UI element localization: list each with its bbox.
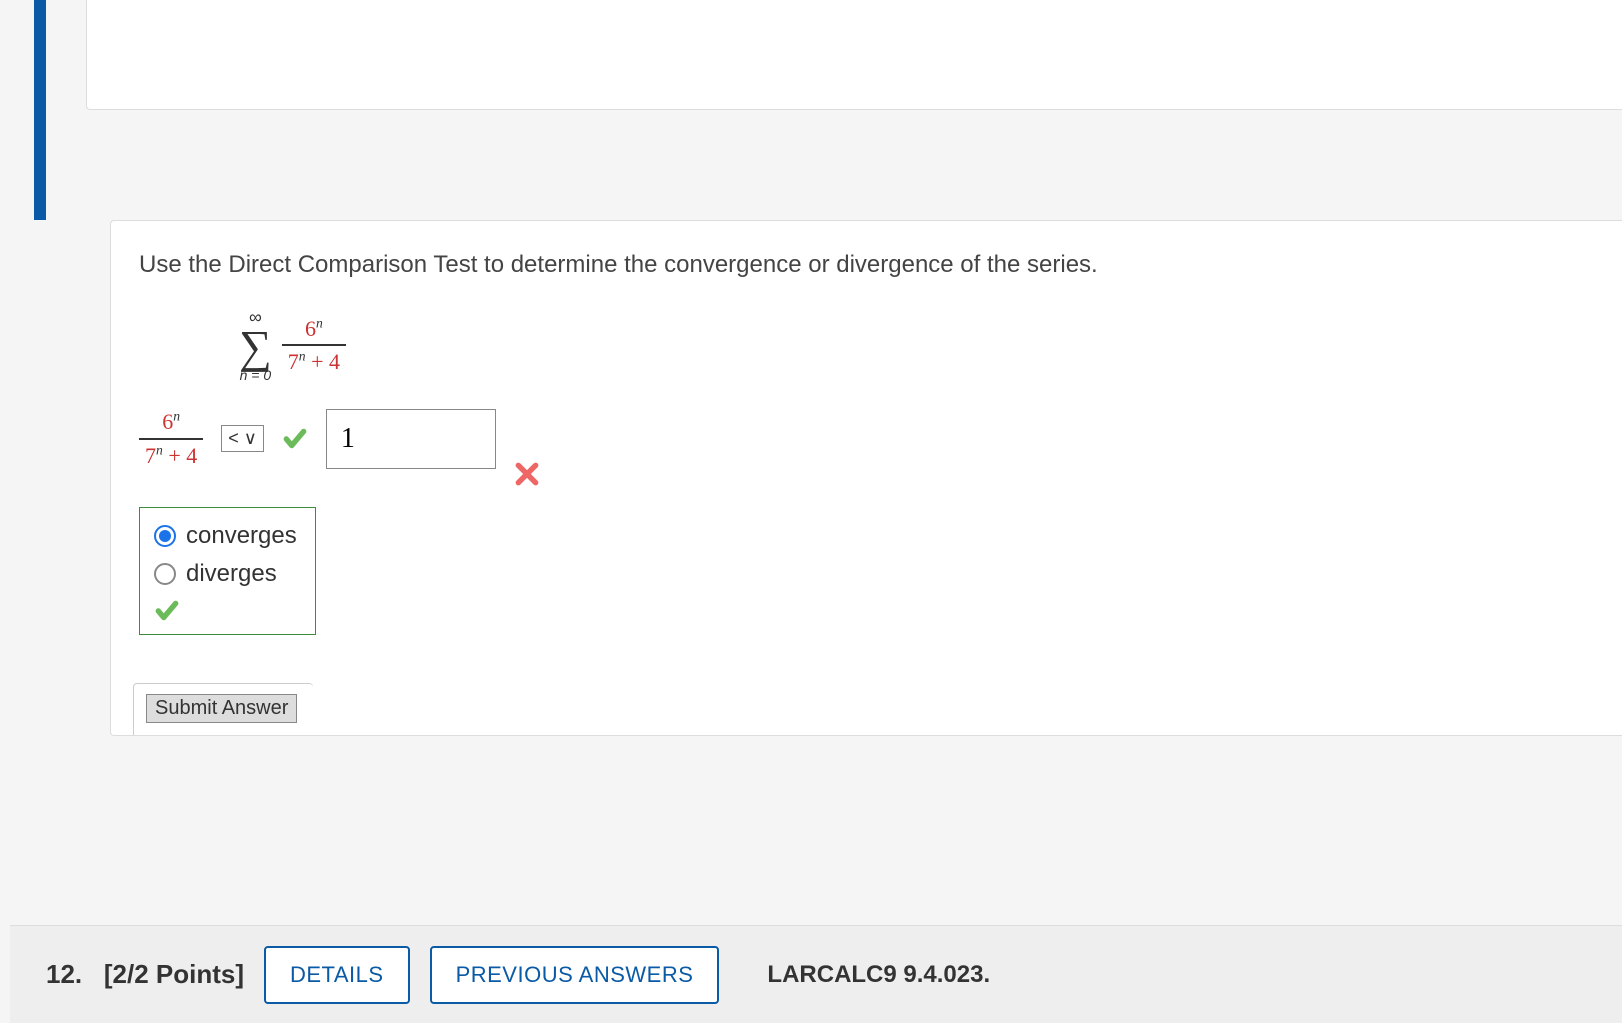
next-question-header: 12. [2/2 Points] DETAILS PREVIOUS ANSWER… xyxy=(10,925,1622,1023)
details-button[interactable]: DETAILS xyxy=(264,946,410,1004)
choice-label: diverges xyxy=(186,560,277,588)
submit-area: Submit Answer xyxy=(133,683,313,735)
previous-answers-button[interactable]: PREVIOUS ANSWERS xyxy=(430,946,720,1004)
choice-feedback xyxy=(154,598,297,624)
radio-icon xyxy=(154,563,176,585)
sigma-lower-limit: n = 0 xyxy=(240,368,272,382)
sigma-glyph: ∑ xyxy=(239,324,272,370)
submit-button[interactable]: Submit Answer xyxy=(146,694,297,723)
choice-diverges[interactable]: diverges xyxy=(154,560,297,588)
choice-label: converges xyxy=(186,522,297,550)
comparison-row: 6n 7n + 4 < ∨ xyxy=(139,408,1594,469)
check-icon xyxy=(282,426,308,452)
radio-icon xyxy=(154,525,176,547)
textbook-reference: LARCALC9 9.4.023. xyxy=(767,961,990,989)
question-accent-bar xyxy=(34,0,46,220)
cross-icon xyxy=(514,461,540,487)
series-expression: ∞ ∑ n = 0 6n 7n + 4 xyxy=(239,308,346,382)
series-fraction: 6n 7n + 4 xyxy=(282,315,346,376)
comparison-value-input[interactable] xyxy=(326,409,496,469)
comparison-fraction: 6n 7n + 4 xyxy=(139,408,203,469)
comparison-operator-dropdown[interactable]: < ∨ xyxy=(221,425,264,452)
previous-question-card xyxy=(86,0,1622,110)
convergence-choice-group: converges diverges xyxy=(139,507,316,635)
question-prompt: Use the Direct Comparison Test to determ… xyxy=(139,251,1594,279)
check-icon xyxy=(154,598,297,624)
choice-converges[interactable]: converges xyxy=(154,522,297,550)
question-card: Use the Direct Comparison Test to determ… xyxy=(110,220,1622,736)
question-number: 12. [2/2 Points] xyxy=(46,959,244,990)
sigma-symbol: ∞ ∑ n = 0 xyxy=(239,308,272,382)
